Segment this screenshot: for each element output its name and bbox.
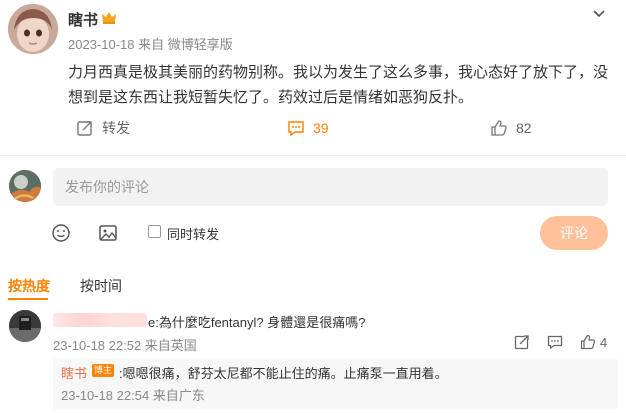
author-badge: 博主 [92,364,115,377]
thumbs-up-icon[interactable] [580,334,596,350]
comment-like-count: 4 [600,335,608,350]
active-tab-indicator [8,298,48,300]
comment-meta: 23-10-18 22:52 来自英国 [53,338,197,353]
sync-repost-label[interactable]: 同时转发 [167,224,219,243]
emoji-icon[interactable] [51,223,71,243]
reply-text: :嗯嗯很痛，舒芬太尼都不能止住的痛。止痛泵一直用着。 [119,366,448,381]
repost-icon [77,121,92,136]
comment-input[interactable]: 发布你的评论 [53,168,608,206]
post-text: 力月西真是极其美丽的药物别称。我以为发生了这么多事，我心态好了放下了，没想到是这… [68,64,609,106]
reply-author-name[interactable]: 瞎书 [61,363,87,382]
like-button[interactable]: 82 [490,118,532,138]
submit-comment-button[interactable]: 评论 [540,216,608,250]
reply-icon[interactable] [547,334,563,350]
share-icon[interactable] [514,334,530,350]
chevron-down-icon[interactable] [592,6,606,20]
thumbs-up-icon [491,120,507,136]
repost-button[interactable]: 转发 [76,118,130,138]
tab-sort-time[interactable]: 按时间 [80,276,122,296]
repost-label: 转发 [102,120,130,136]
tab-sort-hot[interactable]: 按热度 [8,276,50,296]
comment-button[interactable]: 39 [287,118,329,138]
author-name[interactable]: 瞎书 [68,9,98,30]
reply-meta: 23-10-18 22:54 来自广东 [61,388,205,403]
comment-icon [288,121,304,137]
comment-count: 39 [313,120,329,136]
post-meta: 2023-10-18 来自 微博轻享版 [68,37,233,52]
comment-text: e:為什麼吃fentanyl? 身體還是很痛嗎? [148,315,366,330]
author-avatar[interactable] [8,4,58,54]
divider [0,155,626,156]
commenter-avatar[interactable] [9,310,41,342]
current-user-avatar[interactable] [9,170,41,202]
image-icon[interactable] [98,223,118,243]
sync-repost-checkbox[interactable] [148,225,161,238]
commenter-name-redacted [53,313,147,327]
like-count: 82 [516,120,532,136]
crown-icon [101,11,117,25]
